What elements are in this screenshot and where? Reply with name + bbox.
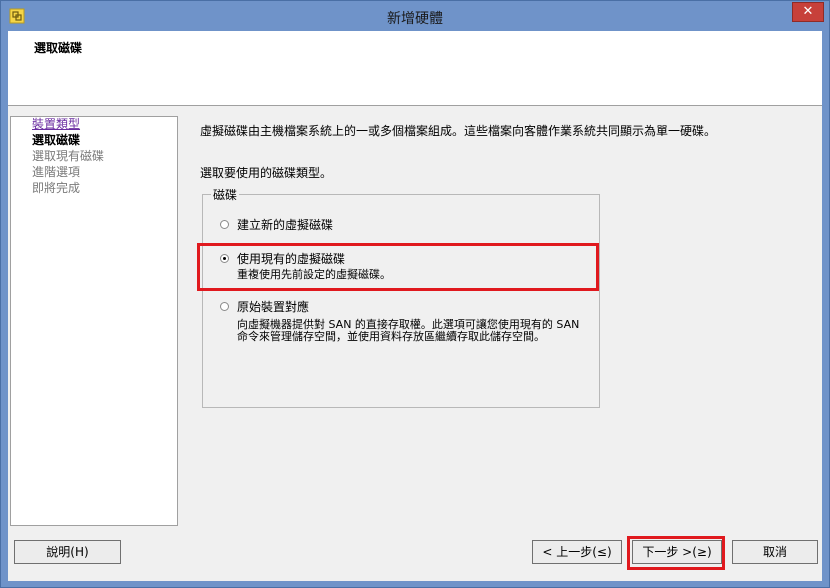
group-label: 磁碟 [211,186,240,203]
existing-disk-highlight [197,243,599,291]
disk-groupbox: 磁碟 建立新的虛擬磁碟 使用現有的虛擬磁碟 重複使用先前設定的虛擬磁碟。 原始裝… [202,186,600,408]
page-title: 選取磁碟 [34,41,83,55]
step-advanced-options: 進階選項 [32,165,81,179]
disk-description: 虛擬磁碟由主機檔案系統上的一或多個檔案組成。這些檔案向客體作業系統共同顯示為單一… [200,124,717,138]
step-device-type[interactable]: 裝置類型 [32,117,80,132]
close-icon: ✕ [802,4,814,19]
step-select-disk: 選取磁碟 [32,133,81,147]
cancel-button[interactable]: 取消 [732,540,818,564]
add-hardware-window: 新增硬體 ✕ 選取磁碟 裝置類型 選取磁碟 選取現有磁碟 進階選項 即將完成 虛… [0,0,830,588]
create-new-disk-label[interactable]: 建立新的虛擬磁碟 [237,216,333,233]
wizard-header: 選取磁碟 [8,31,822,106]
raw-device-mapping-radio[interactable] [220,302,229,311]
title-bar[interactable]: 新增硬體 ✕ [1,1,829,31]
dialog-body: 選取磁碟 裝置類型 選取磁碟 選取現有磁碟 進階選項 即將完成 虛擬磁碟由主機檔… [8,31,822,581]
main-panel: 虛擬磁碟由主機檔案系統上的一或多個檔案組成。這些檔案向客體作業系統共同顯示為單一… [187,116,817,536]
raw-device-mapping-desc: 向虛擬機器提供對 SAN 的直接存取權。此選項可讓您使用現有的 SAN 命令來管… [237,318,580,343]
close-button[interactable]: ✕ [792,2,824,22]
raw-device-mapping-label[interactable]: 原始裝置對應 [237,298,309,315]
wizard-steps-list: 裝置類型 選取磁碟 選取現有磁碟 進階選項 即將完成 [10,116,178,526]
back-button[interactable]: < 上一步(≤) [532,540,622,564]
step-select-existing-disk: 選取現有磁碟 [32,149,105,163]
disk-type-prompt: 選取要使用的磁碟類型。 [200,166,333,180]
step-ready-to-complete: 即將完成 [32,181,81,195]
help-button[interactable]: 說明(H) [14,540,121,564]
window-title: 新增硬體 [387,11,443,27]
next-button-highlight [627,536,725,570]
create-new-disk-radio[interactable] [220,220,229,229]
